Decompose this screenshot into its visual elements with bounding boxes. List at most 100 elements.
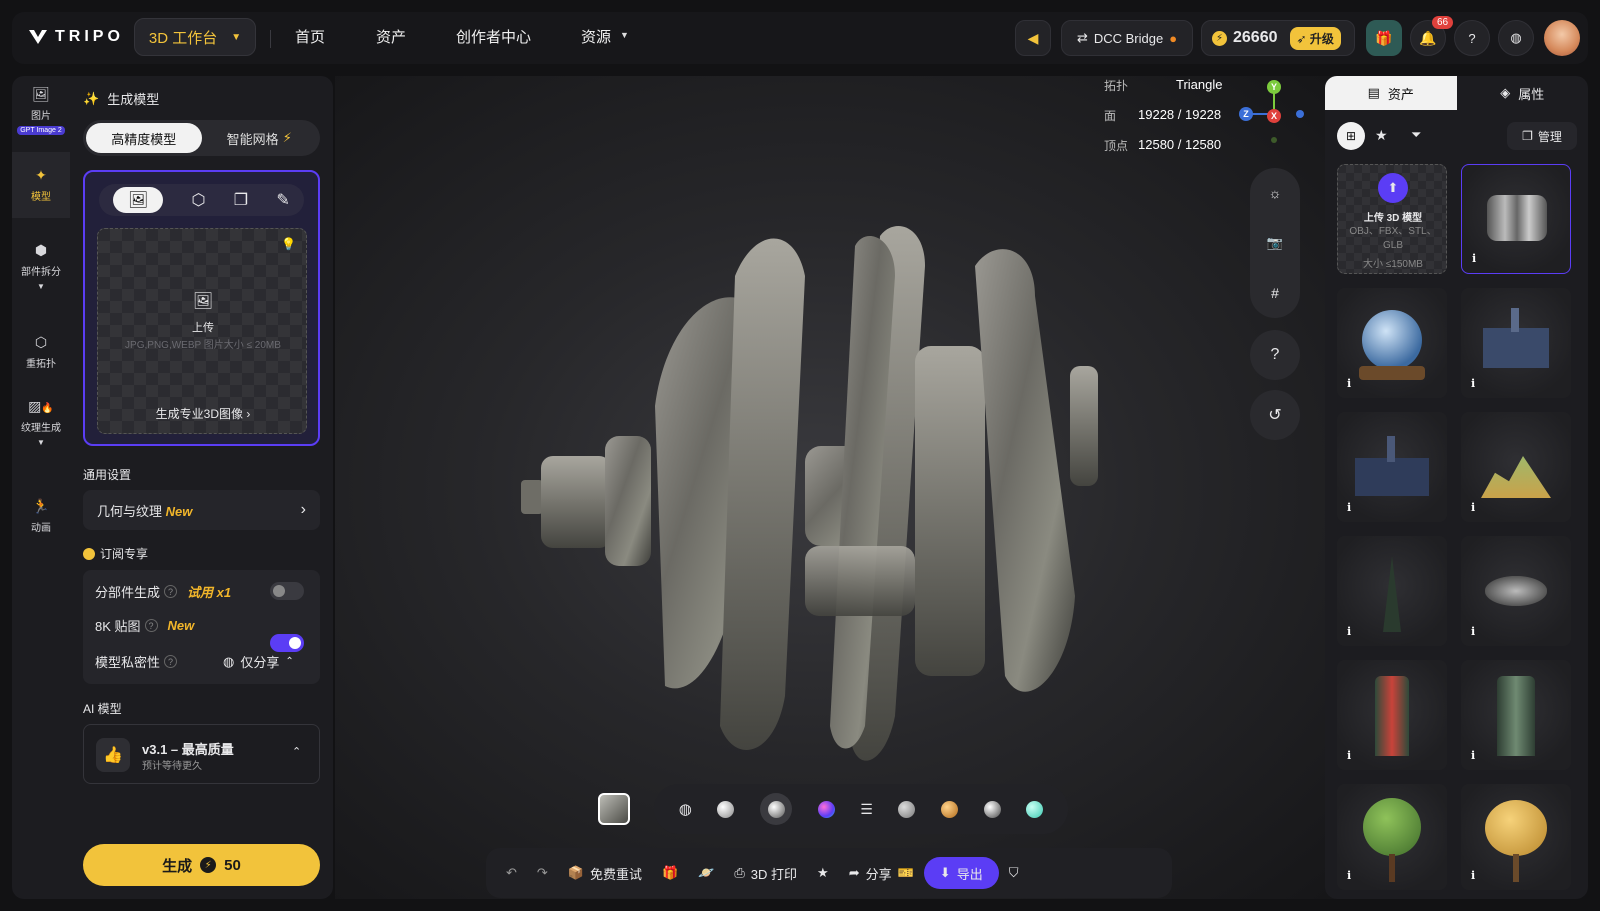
tripo-logo[interactable]: TRIPO	[28, 22, 124, 52]
upgrade-button[interactable]: ➶ 升级	[1289, 26, 1341, 50]
3d-viewport[interactable]	[335, 76, 1335, 899]
nav-home[interactable]: 首页	[295, 26, 325, 47]
info-icon[interactable]: i	[1347, 625, 1351, 638]
upload-3d-model-tile[interactable]: ⬆ 上传 3D 模型 OBJ、FBX、STL、GLB 大小 ≤150MB	[1337, 164, 1447, 274]
asset-thumbnail-village[interactable]: i	[1337, 412, 1447, 522]
info-icon[interactable]: i	[1471, 501, 1475, 514]
info-icon[interactable]: i	[1471, 749, 1475, 762]
info-icon[interactable]: i	[1347, 377, 1351, 390]
tab-properties[interactable]: ◈ 属性	[1457, 76, 1589, 110]
manage-button[interactable]: ❐ 管理	[1507, 122, 1577, 150]
rail-model[interactable]: ✦ 模型	[12, 152, 70, 218]
tex8k-toggle[interactable]	[270, 634, 304, 652]
asset-thumbnail-pavilion[interactable]: i	[1461, 660, 1571, 770]
rail-part-split[interactable]: ⬢ 部件拆分 ▼	[12, 242, 70, 291]
normal-map-icon[interactable]	[817, 800, 835, 818]
part-gen-toggle[interactable]	[270, 582, 304, 600]
grid-icon[interactable]: #	[1271, 285, 1279, 301]
ai-model-select[interactable]: 👍 v3.1 – 最高质量 预计等待更久 ⌃	[83, 724, 320, 784]
help-button[interactable]: ?	[1250, 330, 1300, 380]
assets-tabs: ▤ 资产 ◈ 属性	[1325, 76, 1588, 110]
axis-gizmo[interactable]: Y Z X	[1236, 78, 1308, 144]
help-icon[interactable]: ?	[164, 655, 178, 668]
geometry-texture-row[interactable]: 几何与纹理 New ›	[83, 490, 320, 530]
undo-icon[interactable]: ↶	[496, 865, 527, 881]
rail-image[interactable]: 🖼 图片 GPT Image 2	[12, 86, 70, 135]
nav-resources[interactable]: 资源	[581, 26, 611, 47]
badge-icon[interactable]: ⛉	[999, 865, 1029, 881]
info-icon[interactable]: i	[1347, 501, 1351, 514]
asset-thumbnail-crankshaft[interactable]: i	[1461, 164, 1571, 274]
megaphone-icon[interactable]: ◀	[1015, 20, 1051, 56]
share-button[interactable]: ➦ 分享 🎫	[839, 864, 924, 883]
tab-high-precision[interactable]: 高精度模型	[86, 123, 202, 153]
privacy-select[interactable]: ◍ 仅分享 ⌃	[223, 652, 294, 671]
free-retry-button[interactable]: 📦 免费重试	[558, 864, 652, 883]
ai-model-label: AI 模型	[83, 702, 122, 716]
crankshaft-model[interactable]	[335, 76, 1335, 899]
general-settings-label: 通用设置	[83, 468, 132, 482]
teal-material-icon[interactable]	[1026, 800, 1044, 818]
redo-icon[interactable]: ↷	[527, 865, 558, 881]
image-mode-icon[interactable]: 🖼	[113, 187, 164, 213]
info-icon[interactable]: i	[1471, 625, 1475, 638]
grid-view-icon[interactable]: ⊞	[1337, 122, 1365, 150]
tab-smart-mesh[interactable]: 智能网格 ⚡	[202, 123, 318, 153]
rail-texture[interactable]: ▨🔥 纹理生成 ▼	[12, 398, 70, 447]
pencil-mode-icon[interactable]: ✎	[276, 190, 289, 210]
cube-mode-icon[interactable]: ⬡	[191, 190, 205, 210]
copper-material-icon[interactable]	[941, 800, 959, 818]
asset-thumbnail-kiosk[interactable]: i	[1337, 660, 1447, 770]
favorite-star-icon[interactable]: ★	[807, 865, 839, 881]
help-icon[interactable]: ?	[164, 585, 178, 598]
asset-thumbnail-birds[interactable]: i	[1461, 536, 1571, 646]
asset-thumbnail-terrain[interactable]: i	[1461, 412, 1571, 522]
filter-icon[interactable]: ⏷	[1411, 127, 1421, 143]
tab-assets-label: 资产	[1387, 86, 1414, 102]
lighting-icon[interactable]: ☼	[1269, 185, 1282, 201]
wireframe-globe-icon[interactable]: ◍	[679, 800, 692, 818]
tab-assets[interactable]: ▤ 资产	[1325, 76, 1457, 110]
nav-assets[interactable]: 资产	[376, 26, 406, 47]
asset-thumbnail-dark-tower[interactable]: i	[1337, 536, 1447, 646]
globe-icon[interactable]: ◍	[1498, 20, 1534, 56]
gift-icon[interactable]: 🎁	[652, 865, 688, 881]
gift-icon[interactable]: 🎁	[1366, 20, 1402, 56]
asset-thumbnail-green-tree[interactable]: i	[1337, 784, 1447, 890]
history-button[interactable]: ↺	[1250, 390, 1300, 440]
info-icon[interactable]: i	[1347, 869, 1351, 882]
model-preview-thumbnail[interactable]	[598, 793, 630, 825]
generate-button[interactable]: 生成 ⚡ 50	[83, 844, 320, 886]
3d-print-button[interactable]: ⎙ 3D 打印	[724, 864, 807, 883]
credits-pill[interactable]: ⚡ 26660 ➶ 升级	[1201, 20, 1355, 56]
camera-icon[interactable]: 📷	[1267, 235, 1283, 251]
chrome-material-icon[interactable]	[983, 800, 1001, 818]
asset-thumbnail-snow-globe[interactable]: i	[1337, 288, 1447, 398]
village-preview	[1355, 458, 1429, 496]
info-icon[interactable]: i	[1471, 377, 1475, 390]
rail-animation[interactable]: 🏃 动画	[12, 498, 70, 534]
sliders-icon[interactable]: ☰	[860, 801, 873, 818]
image-dropzone[interactable]: 💡 🖼 上传 JPG,PNG,WEBP 图片大小 ≤ 20MB 生成专业3D图像…	[97, 228, 307, 434]
pro-3d-image-link[interactable]: 生成专业3D图像 ›	[98, 405, 308, 422]
asset-thumbnail-autumn-tree[interactable]: i	[1461, 784, 1571, 890]
asset-thumbnail-house[interactable]: i	[1461, 288, 1571, 398]
nav-creator-center[interactable]: 创作者中心	[456, 26, 531, 47]
help-chat-icon[interactable]: ?	[1454, 20, 1490, 56]
rail-retopology[interactable]: ⬡ 重拓扑	[12, 334, 70, 370]
avatar[interactable]	[1544, 20, 1580, 56]
info-icon[interactable]: i	[1472, 252, 1476, 265]
multi-image-mode-icon[interactable]: ❐	[234, 190, 248, 210]
orbit-icon[interactable]: 🪐	[688, 865, 724, 881]
help-icon[interactable]: ?	[144, 619, 158, 632]
dcc-bridge-button[interactable]: ⇄ DCC Bridge ●	[1061, 20, 1193, 56]
info-icon[interactable]: i	[1347, 749, 1351, 762]
info-icon[interactable]: i	[1471, 869, 1475, 882]
lightbulb-icon[interactable]: 💡	[281, 237, 296, 251]
clay-material-icon[interactable]	[717, 800, 735, 818]
star-filter-icon[interactable]: ★	[1375, 127, 1388, 144]
textured-mode-button[interactable]	[760, 793, 793, 825]
export-button[interactable]: ⬇ 导出	[923, 857, 999, 889]
matte-material-icon[interactable]	[898, 800, 916, 818]
workspace-dropdown[interactable]: 3D 工作台 ▼	[134, 18, 256, 56]
